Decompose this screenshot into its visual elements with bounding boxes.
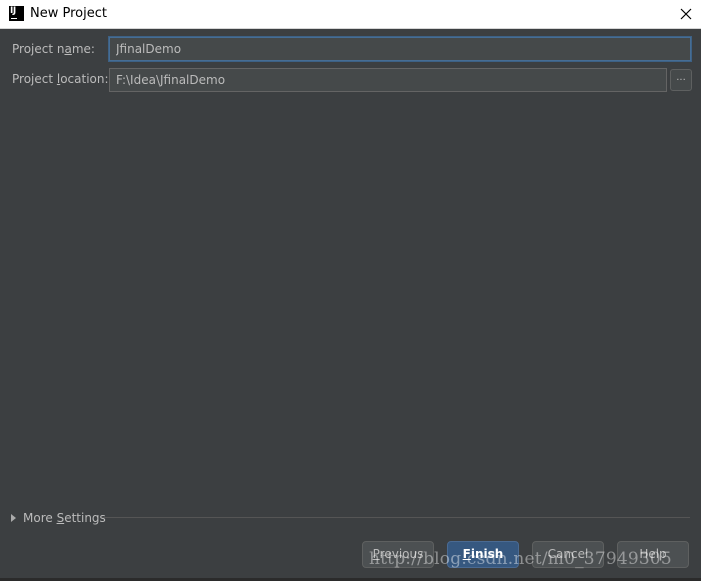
project-name-label: Project name: bbox=[12, 42, 95, 56]
more-settings-divider bbox=[102, 517, 690, 518]
browse-button[interactable]: ... bbox=[670, 69, 692, 91]
project-location-label: Project location: bbox=[12, 72, 109, 86]
finish-button[interactable]: Finish bbox=[447, 541, 519, 568]
window-title: New Project bbox=[30, 6, 107, 21]
project-name-input[interactable] bbox=[109, 37, 691, 61]
help-button[interactable]: Help bbox=[617, 541, 689, 568]
close-button[interactable] bbox=[675, 3, 697, 25]
project-location-input[interactable] bbox=[109, 68, 667, 92]
expand-triangle-icon bbox=[11, 514, 16, 522]
intellij-logo-icon: IJ bbox=[9, 6, 24, 21]
more-settings-label: More Settings bbox=[23, 511, 106, 525]
previous-button[interactable]: Previous bbox=[362, 541, 434, 568]
close-icon bbox=[680, 8, 692, 20]
more-settings-toggle[interactable]: More Settings bbox=[11, 510, 106, 526]
cancel-button[interactable]: Cancel bbox=[532, 541, 604, 568]
title-bar: IJ New Project bbox=[0, 0, 701, 29]
